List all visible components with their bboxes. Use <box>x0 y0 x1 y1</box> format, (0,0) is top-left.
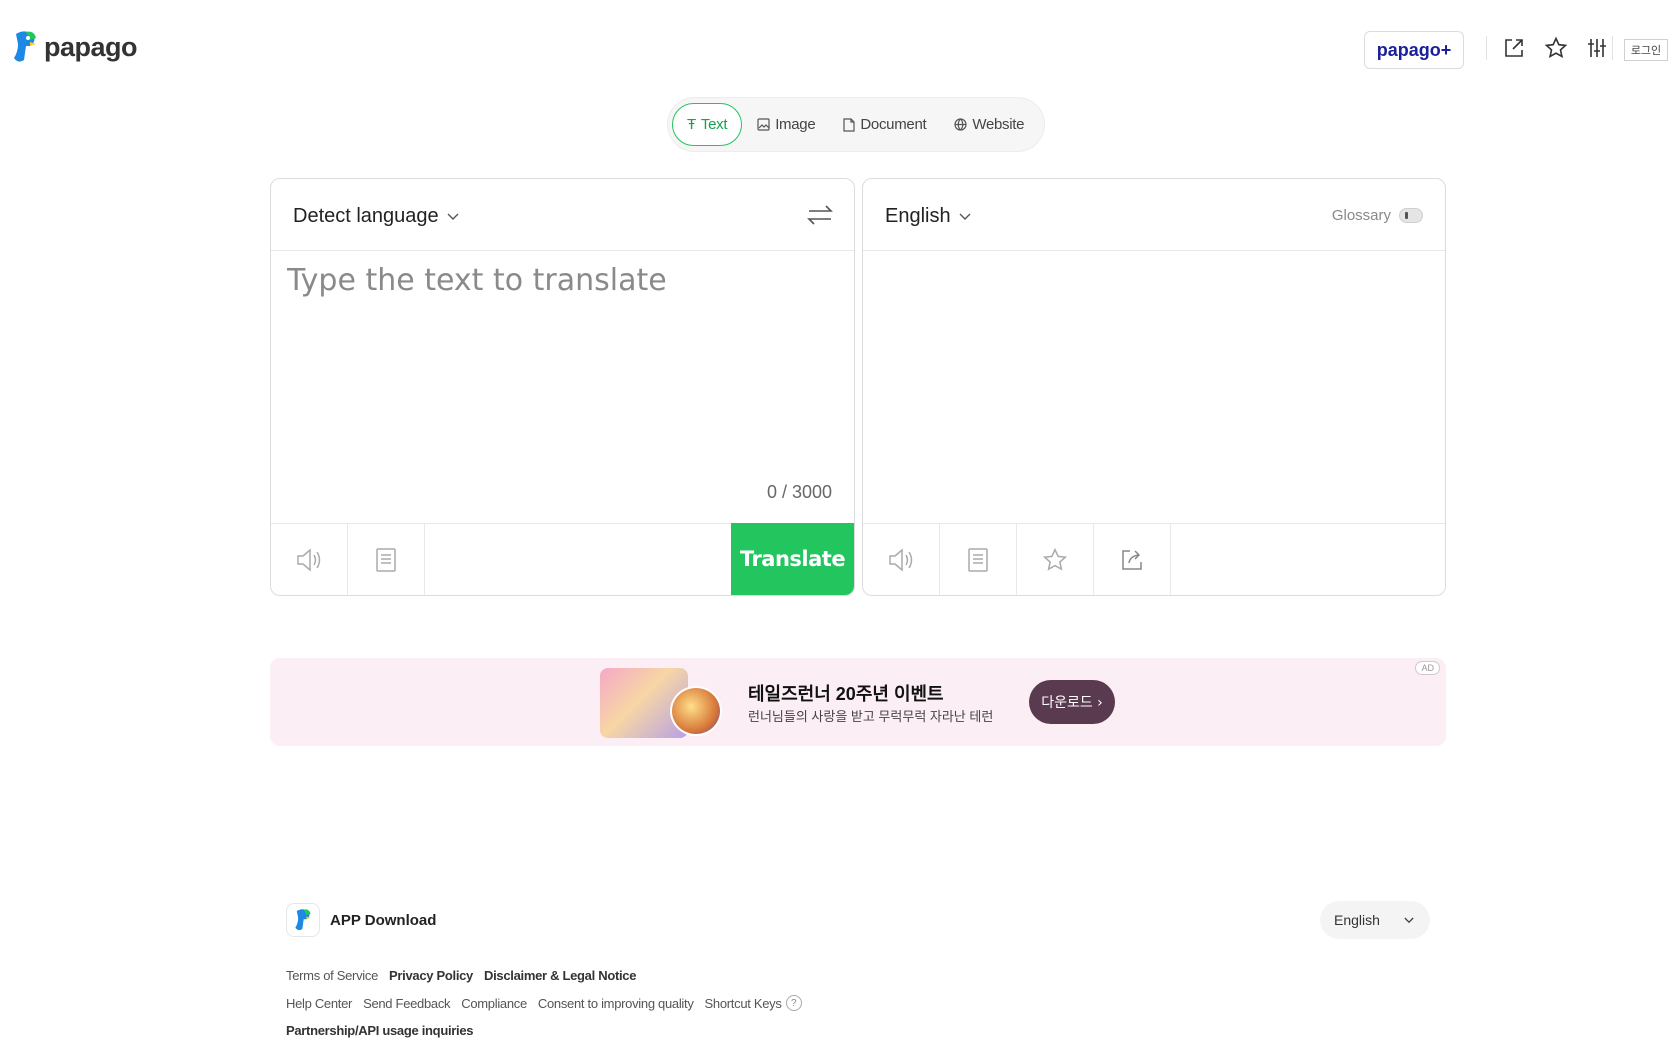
header-divider <box>1612 36 1613 60</box>
swap-languages-icon[interactable] <box>806 201 834 234</box>
copy-icon <box>376 548 396 572</box>
papago-logo[interactable]: papago <box>12 30 138 64</box>
target-language-label: English <box>885 205 951 227</box>
character-count: 0 / 3000 <box>766 482 832 502</box>
ad-badge[interactable]: AD <box>1415 661 1440 675</box>
tab-website-label: Website <box>972 116 1025 133</box>
consent-quality-link[interactable]: Consent to improving quality <box>538 996 694 1011</box>
compliance-link[interactable]: Compliance <box>461 996 527 1011</box>
tab-text-label: Text <box>700 116 728 133</box>
chevron-down-icon <box>1404 917 1414 923</box>
ad-game-logo <box>670 686 722 736</box>
ad-subtitle: 런너님들의 사랑을 받고 무럭무럭 자라난 테런 <box>748 709 994 724</box>
tab-document-label: Document <box>860 116 927 133</box>
chevron-down-icon <box>959 213 971 220</box>
new-window-icon[interactable] <box>1500 34 1528 62</box>
speaker-icon <box>297 548 321 572</box>
star-icon <box>1042 547 1068 571</box>
tab-document[interactable]: Document <box>830 103 939 146</box>
translate-button[interactable]: Translate <box>731 523 854 595</box>
listen-target-button[interactable] <box>863 524 940 595</box>
globe-icon <box>954 118 967 131</box>
source-panel-header: Detect language <box>271 179 854 251</box>
copy-source-button[interactable] <box>348 524 425 595</box>
mode-tabs: Ŧ Text Image Document Website <box>667 97 1045 152</box>
source-text-input[interactable] <box>287 263 827 443</box>
send-feedback-link[interactable]: Send Feedback <box>363 996 450 1011</box>
help-question-icon[interactable]: ? <box>785 995 802 1011</box>
listen-source-button[interactable] <box>271 524 348 595</box>
logo-text: papago <box>44 31 138 62</box>
source-panel-footer: Translate <box>271 523 854 595</box>
document-icon <box>843 117 855 132</box>
papago-app-icon <box>286 903 320 937</box>
footer-language-label: English <box>1334 912 1380 928</box>
target-panel: English Glossary <box>862 178 1446 596</box>
star-icon[interactable] <box>1542 34 1570 62</box>
favorite-button[interactable] <box>1017 524 1094 595</box>
footer-language-select[interactable]: English <box>1320 901 1430 939</box>
disclaimer-link[interactable]: Disclaimer & Legal Notice <box>484 968 636 983</box>
tab-image[interactable]: Image <box>744 103 828 146</box>
tab-website[interactable]: Website <box>941 103 1037 146</box>
footer-links-row-2: Help Center Send Feedback Compliance Con… <box>286 995 802 1011</box>
shortcut-keys-group: Shortcut Keys ? <box>705 995 802 1011</box>
share-icon <box>1122 550 1142 570</box>
papago-parrot-icon <box>14 31 36 62</box>
glossary-label: Glossary <box>1331 207 1391 224</box>
help-center-link[interactable]: Help Center <box>286 996 352 1011</box>
ad-download-button[interactable]: 다운로드 › <box>1029 680 1115 724</box>
target-panel-footer <box>863 523 1445 595</box>
ad-title: 테일즈런너 20주년 이벤트 <box>748 684 944 704</box>
papago-plus-button[interactable]: papago+ <box>1364 31 1464 69</box>
tab-text[interactable]: Ŧ Text <box>672 103 743 146</box>
header-divider <box>1486 36 1487 60</box>
target-language-select[interactable]: English <box>885 205 971 228</box>
privacy-policy-link[interactable]: Privacy Policy <box>389 968 473 983</box>
app-download-label: APP Download <box>330 911 437 929</box>
speaker-icon <box>889 548 913 572</box>
text-icon: Ŧ <box>687 116 696 133</box>
share-button[interactable] <box>1094 524 1171 595</box>
copy-icon <box>968 548 988 572</box>
footer-links-row-3: Partnership/API usage inquiries <box>286 1023 474 1038</box>
image-icon <box>757 118 770 131</box>
terms-of-service-link[interactable]: Terms of Service <box>286 968 378 983</box>
source-language-select[interactable]: Detect language <box>293 205 459 228</box>
glossary-toggle-group: Glossary <box>1332 207 1423 224</box>
login-button[interactable]: 로그인 <box>1624 39 1668 61</box>
shortcut-keys-link[interactable]: Shortcut Keys <box>705 996 782 1011</box>
chevron-down-icon <box>447 213 459 220</box>
copy-target-button[interactable] <box>940 524 1017 595</box>
ad-banner[interactable]: 테일즈런너 20주년 이벤트 런너님들의 사랑을 받고 무럭무럭 자라난 테런 … <box>270 658 1446 746</box>
tab-image-label: Image <box>775 116 816 133</box>
source-language-label: Detect language <box>293 205 439 227</box>
sliders-icon[interactable] <box>1583 34 1611 62</box>
footer-links-row-1: Terms of Service Privacy Policy Disclaim… <box>286 968 636 983</box>
glossary-toggle[interactable] <box>1399 208 1423 223</box>
partnership-api-link[interactable]: Partnership/API usage inquiries <box>286 1023 474 1038</box>
source-panel: Detect language 0 / 3000 Translate <box>270 178 855 596</box>
app-download-link[interactable]: APP Download <box>286 903 436 937</box>
target-panel-header: English Glossary <box>863 179 1445 251</box>
